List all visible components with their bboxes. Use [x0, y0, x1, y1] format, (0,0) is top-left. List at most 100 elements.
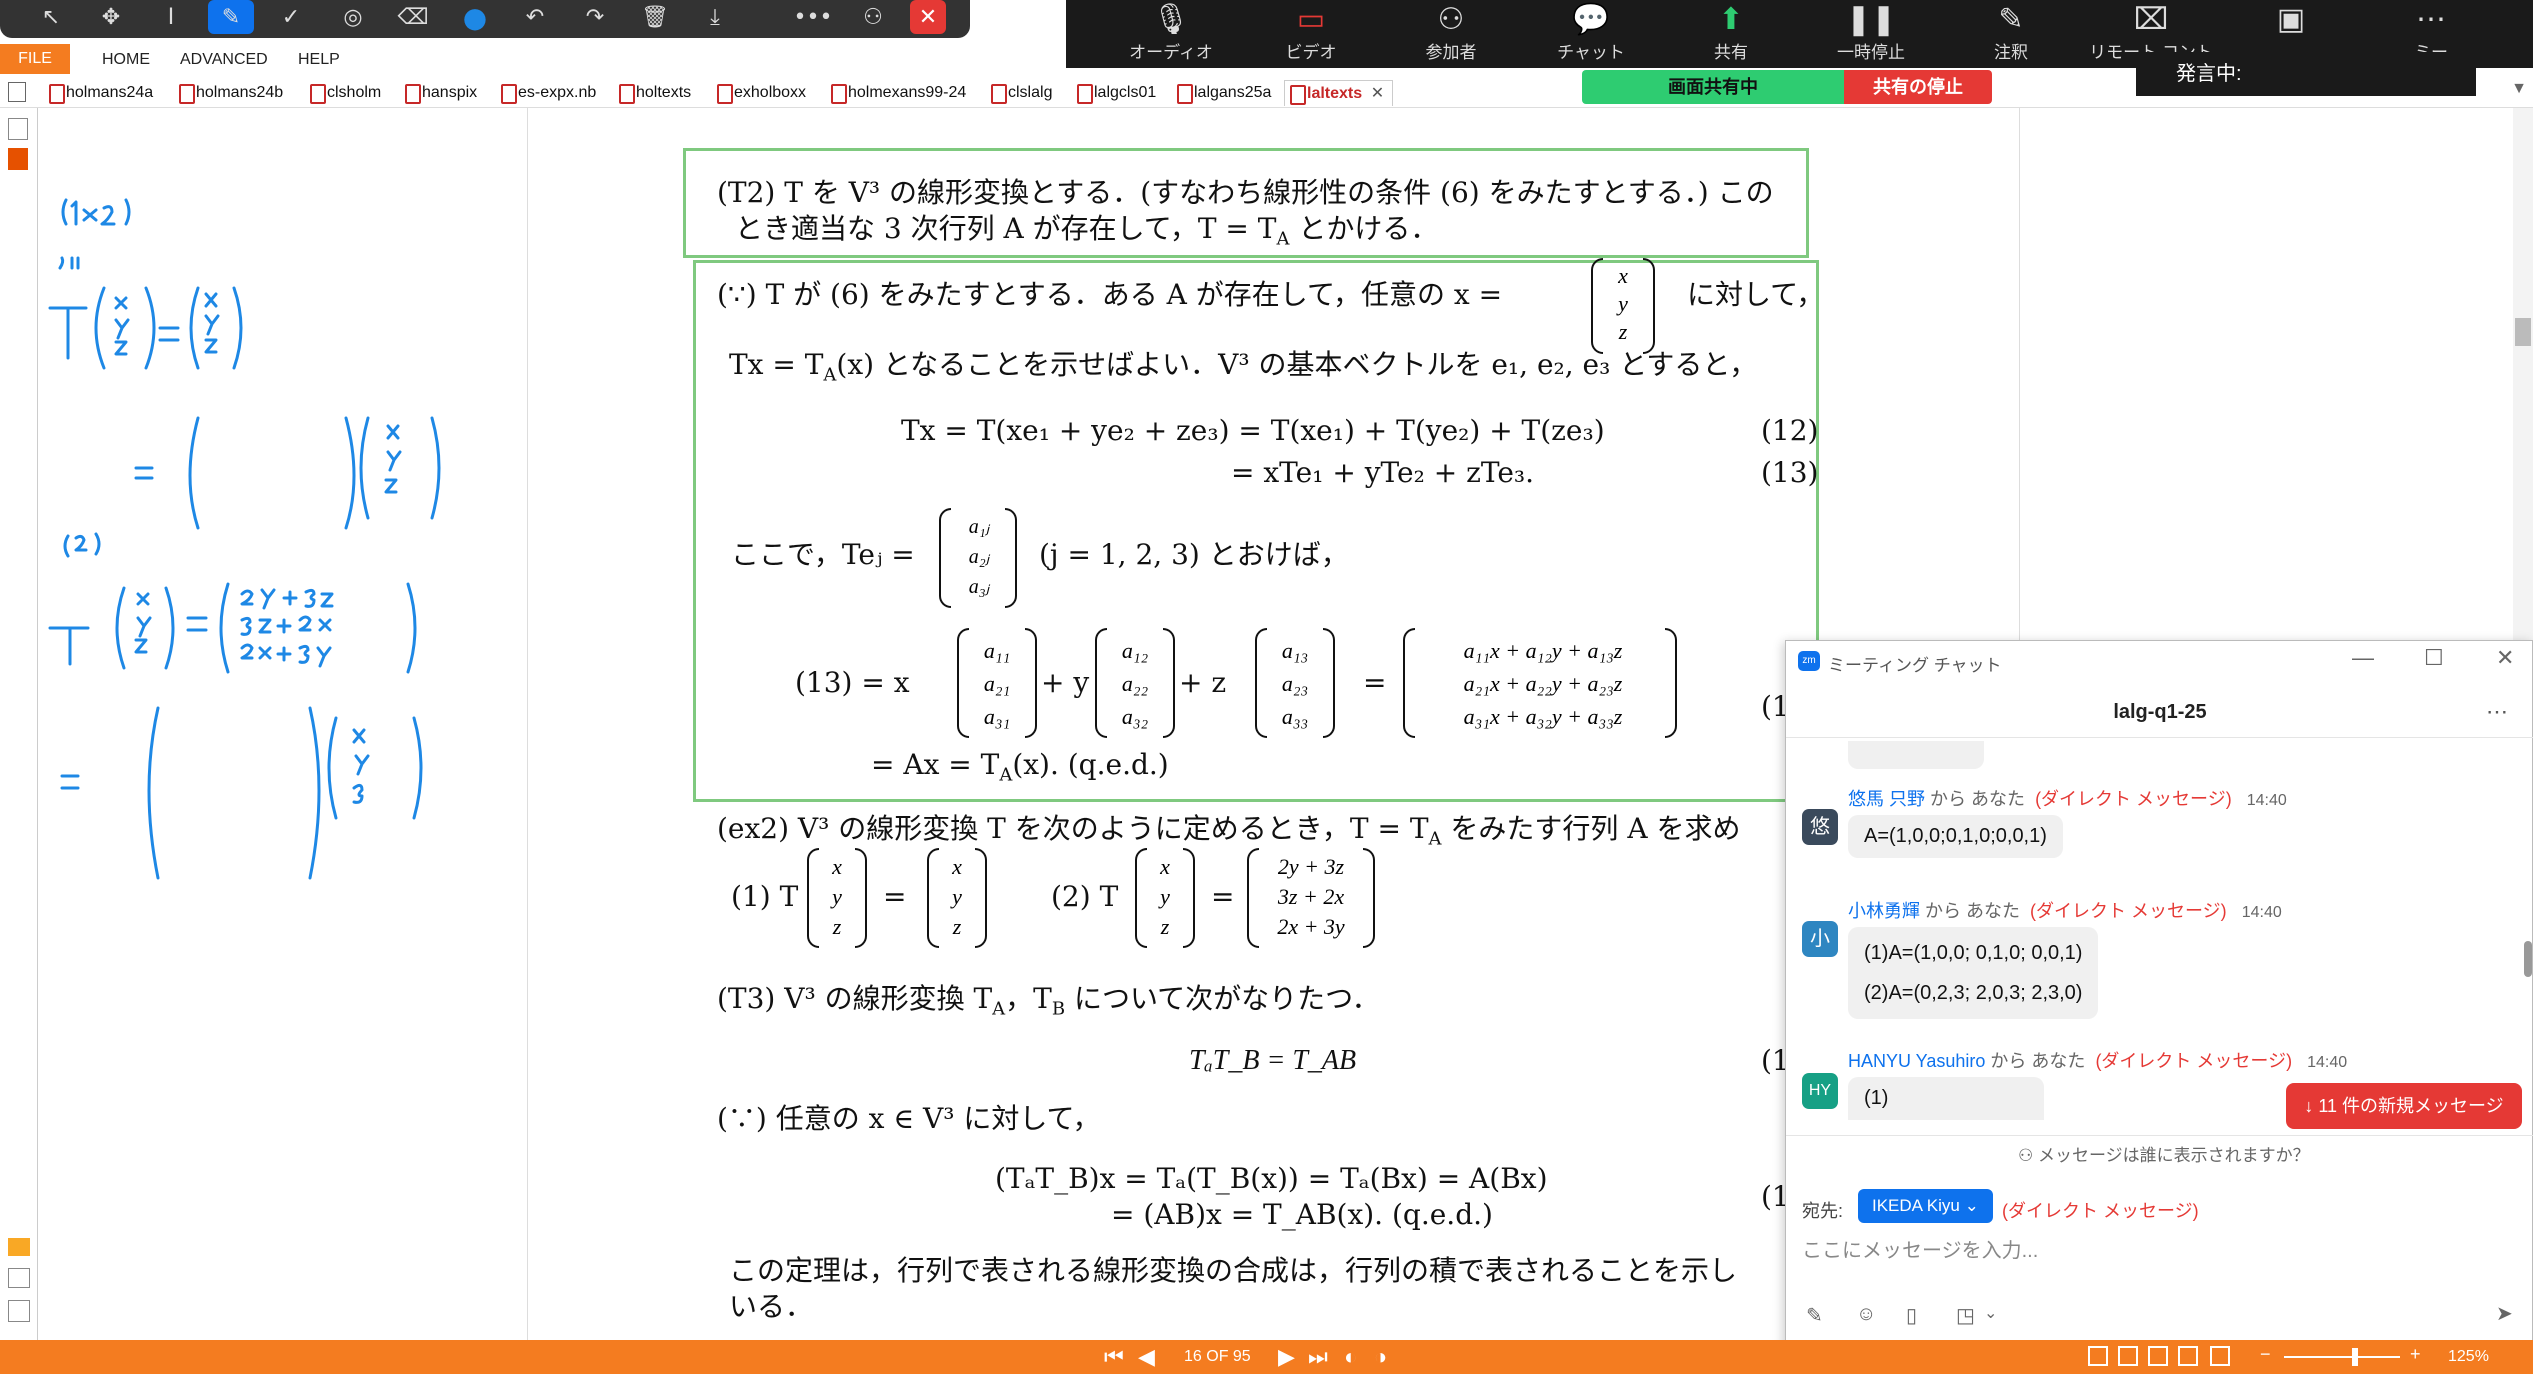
tab-overflow-icon[interactable]: ▼ — [2511, 80, 2527, 98]
format-icon[interactable]: ✎ — [1806, 1303, 1823, 1328]
continuous-view-icon[interactable] — [2118, 1346, 2138, 1366]
zoom-slider-thumb[interactable] — [2352, 1348, 2358, 1366]
t2-line2-end: とかける． — [1289, 212, 1439, 245]
pause-share-button[interactable]: ❚❚ 一時停止 — [1806, 0, 1936, 68]
thumbnail-panel-icon[interactable] — [8, 148, 28, 170]
page-list-icon[interactable] — [8, 82, 26, 102]
chat-options-icon[interactable]: ⋯ — [2486, 699, 2508, 725]
comment-panel-icon[interactable] — [8, 1238, 30, 1256]
paren-right — [1025, 628, 1037, 738]
previous-page-icon[interactable]: ◀ — [1138, 1344, 1155, 1370]
koko-line: ここで，Teⱼ = — [731, 538, 915, 571]
redo-icon[interactable]: ↷ — [572, 0, 618, 34]
tab-hanspix[interactable]: hanspix — [400, 80, 477, 106]
tab-holtexts[interactable]: holtexts — [614, 80, 691, 106]
recipient-dropdown[interactable]: IKEDA Kiyu ⌄ — [1858, 1189, 1993, 1223]
close-chat-icon[interactable]: ✕ — [2496, 645, 2514, 671]
tab-es-expx[interactable]: es-expx.nb — [496, 80, 596, 106]
tab-clsholm[interactable]: clsholm — [305, 80, 381, 106]
sender-name[interactable]: 悠馬 只野 — [1848, 789, 1925, 809]
zoom-slider[interactable] — [2284, 1356, 2400, 1358]
back-view-icon[interactable]: ◐ — [1344, 1344, 1357, 1370]
scrollbar-thumb[interactable] — [2515, 318, 2531, 346]
eraser-tool-icon[interactable]: ⌫ — [390, 0, 436, 34]
chevron-down-icon[interactable]: ⌄ — [1984, 1303, 1997, 1323]
paren-right — [1643, 258, 1655, 354]
menu-home[interactable]: HOME — [92, 48, 160, 72]
emoji-icon[interactable]: ☺ — [1856, 1303, 1876, 1326]
send-icon[interactable]: ➤ — [2496, 1301, 2513, 1326]
z: z — [832, 914, 842, 939]
message-header: 小林勇輝 から あなた (ダイレクト メッセージ) 14:40 — [1848, 897, 2282, 923]
zoom-out-icon[interactable]: − — [2260, 1344, 2271, 1365]
save-icon[interactable]: ⤓ — [692, 0, 738, 34]
tab-holmans24a[interactable]: holmans24a — [44, 80, 153, 106]
file-icon[interactable]: ▯ — [1906, 1303, 1917, 1328]
color-picker-icon[interactable]: ● — [452, 0, 498, 34]
tab-holmans24b[interactable]: holmans24b — [174, 80, 283, 106]
new-messages-button[interactable]: ↓ 11 件の新規メッセージ — [2286, 1083, 2522, 1129]
t3-text: (T3) V³ の線形変換 T — [717, 982, 993, 1015]
paren-right — [1183, 848, 1195, 948]
big-equals: = — [1363, 666, 1387, 699]
menu-file[interactable]: FILE — [0, 44, 70, 74]
maximize-icon[interactable]: ☐ — [2424, 645, 2444, 671]
a2j: a₂ⱼ — [968, 546, 990, 568]
next-page-icon[interactable]: ▶ — [1278, 1344, 1295, 1370]
participants-button[interactable]: ⚇ 参加者 — [1386, 0, 1516, 68]
sender-name[interactable]: HANYU Yasuhiro — [1848, 1051, 1985, 1071]
close-toolbar-icon[interactable]: ✕ — [910, 0, 946, 34]
tab-laltexts-active[interactable]: laltexts ✕ — [1284, 80, 1394, 107]
stamp-tool-icon[interactable]: ✓ — [268, 0, 314, 34]
page-indicator[interactable]: 16 OF 95 — [1184, 1348, 1251, 1366]
who-sees-link[interactable]: ⚇ メッセージは誰に表示されますか？ — [2018, 1141, 2310, 1166]
forward-view-icon[interactable]: ◑ — [1374, 1344, 1387, 1370]
closing-line1: この定理は，行列で表される線形変換の合成は，行列の積で表されることを示し — [729, 1254, 1738, 1287]
tab-lalgans25a[interactable]: lalgans25a — [1172, 80, 1271, 106]
attachments-panel-icon[interactable] — [8, 1268, 30, 1288]
chat-scrollbar[interactable] — [2524, 941, 2532, 977]
big-equation-lhs: (13) = x — [795, 666, 910, 699]
screenshot-icon[interactable]: ◳ — [1956, 1303, 1975, 1328]
close-tab-icon[interactable]: ✕ — [1371, 81, 1384, 107]
delete-icon[interactable]: 🗑 — [632, 0, 678, 34]
fit-view-icon[interactable] — [2210, 1346, 2230, 1366]
arrow-tool-icon[interactable]: ↖ — [28, 0, 74, 34]
request-control-icon[interactable]: ⚇ — [850, 0, 896, 34]
single-page-view-icon[interactable] — [2088, 1346, 2108, 1366]
layers-panel-icon[interactable] — [8, 1300, 30, 1322]
message-input[interactable]: ここにメッセージを入力... — [1796, 1229, 2524, 1285]
first-page-icon[interactable]: ⏮ — [1104, 1344, 1124, 1370]
last-page-icon[interactable]: ⏭ — [1308, 1344, 1328, 1370]
recipient-dm-label: (ダイレクト メッセージ) — [2002, 1201, 2199, 1221]
more-icon[interactable]: ••• — [790, 0, 836, 34]
tab-holmexans99-24[interactable]: holmexans99-24 — [826, 80, 966, 106]
tab-lalgcls01[interactable]: lalgcls01 — [1072, 80, 1156, 106]
text-tool-icon[interactable]: I — [148, 0, 194, 34]
undo-icon[interactable]: ↶ — [512, 0, 558, 34]
zoom-in-icon[interactable]: + — [2410, 1344, 2421, 1365]
move-tool-icon[interactable]: ✥ — [88, 0, 134, 34]
video-button[interactable]: ▭ ビデオ — [1246, 0, 1376, 68]
pen-tool-icon[interactable]: ✎ — [208, 0, 254, 34]
share-button[interactable]: ⬆ 共有 — [1666, 0, 1796, 68]
continuous-facing-icon[interactable] — [2178, 1346, 2198, 1366]
menu-advanced[interactable]: ADVANCED — [170, 48, 278, 72]
spotlight-tool-icon[interactable]: ◎ — [330, 0, 376, 34]
proof3-eq2: = (AB)x = T_AB(x). (q.e.d.) — [1111, 1198, 1493, 1231]
annotate-button[interactable]: ✎ 注釈 — [1946, 0, 2076, 68]
tab-clslalg[interactable]: clslalg — [986, 80, 1052, 106]
row-1: 2y + 3z — [1277, 854, 1345, 879]
audio-button[interactable]: 🎙 オーディオ — [1106, 0, 1236, 68]
bookmark-panel-icon[interactable] — [8, 118, 28, 140]
stop-share-button[interactable]: 共有の停止 — [1844, 70, 1992, 104]
menu-help[interactable]: HELP — [288, 48, 350, 72]
minimize-icon[interactable]: — — [2352, 645, 2374, 671]
ex2-eq2: = — [1211, 880, 1235, 913]
timestamp: 14:40 — [2307, 1054, 2348, 1071]
facing-view-icon[interactable] — [2148, 1346, 2168, 1366]
sender-name[interactable]: 小林勇輝 — [1848, 901, 1920, 921]
zoom-level[interactable]: 125% — [2448, 1348, 2489, 1366]
tab-exholboxx[interactable]: exholboxx — [712, 80, 806, 106]
chat-button[interactable]: 💬 チャット — [1526, 0, 1656, 68]
